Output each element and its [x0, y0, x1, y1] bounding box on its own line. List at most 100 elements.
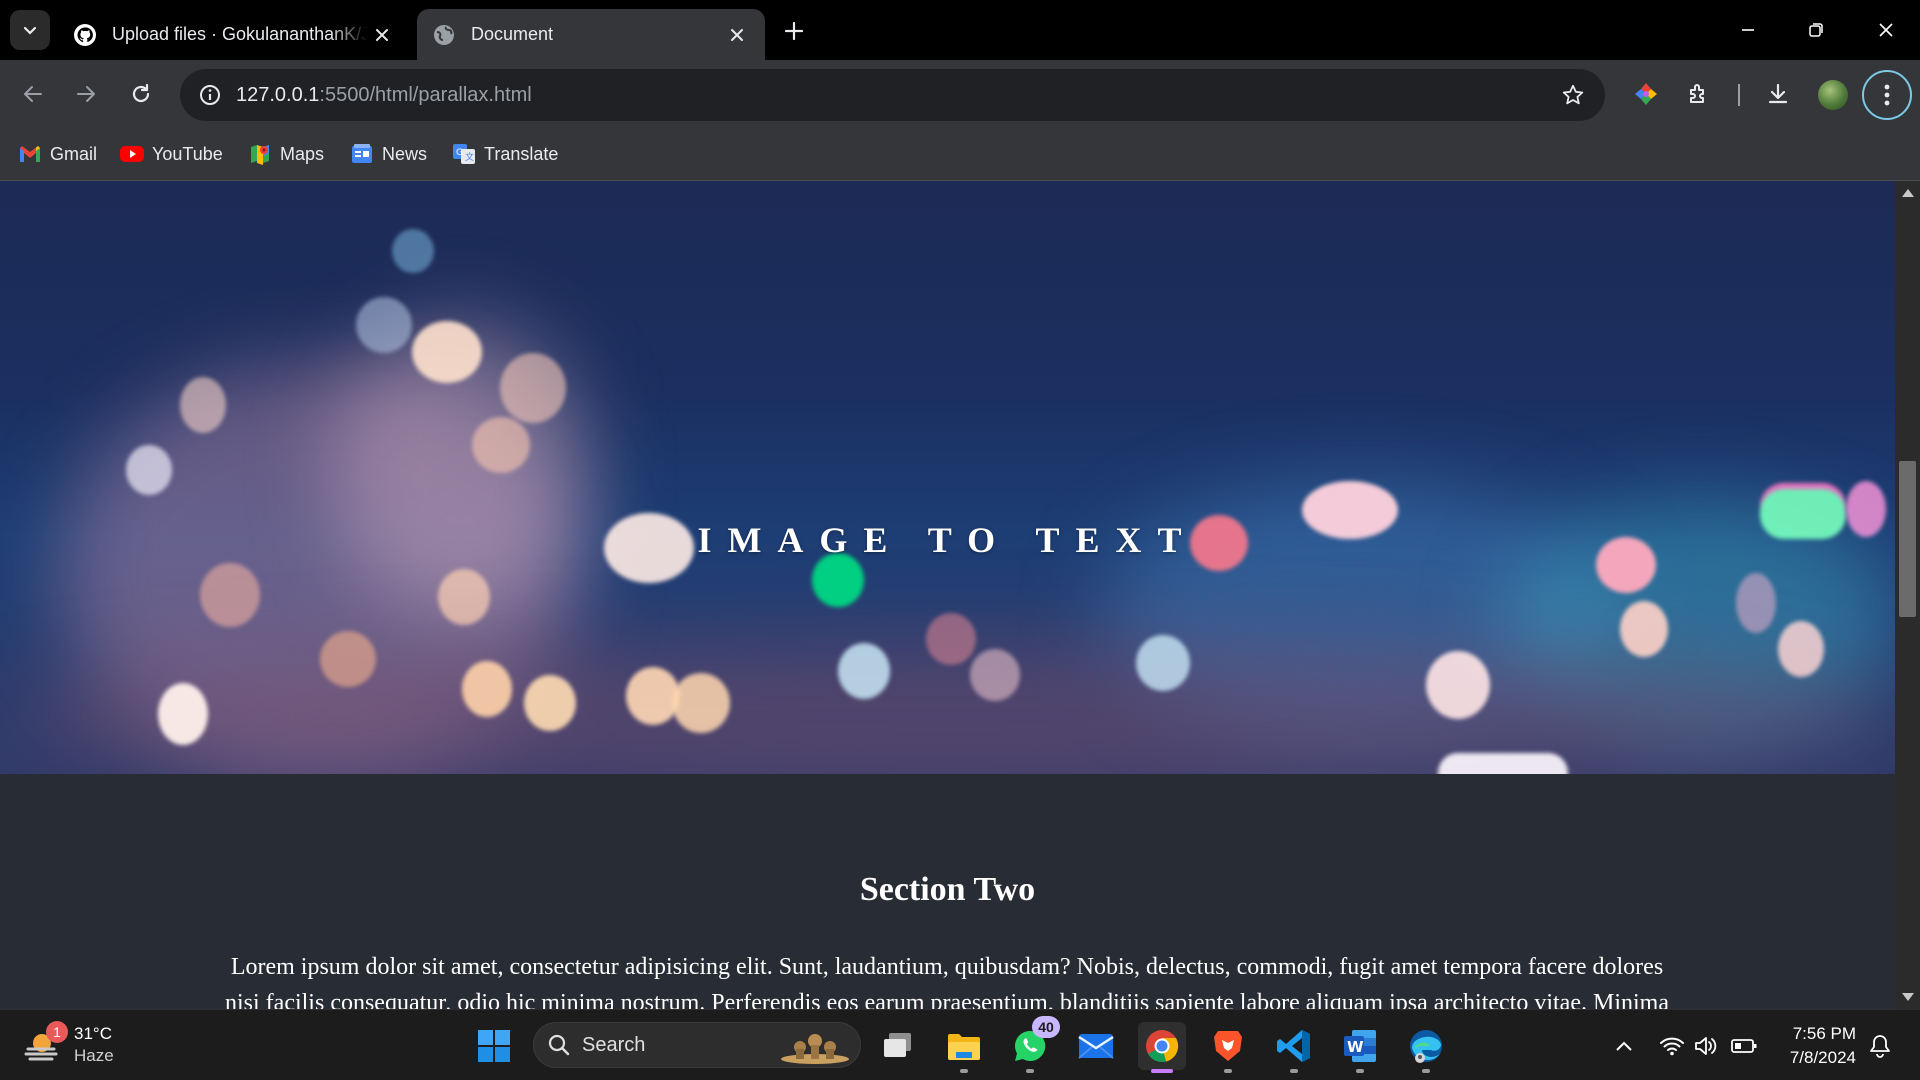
restore-button[interactable]: [1786, 8, 1846, 52]
new-tab-button[interactable]: [777, 14, 811, 48]
whatsapp-button[interactable]: 40: [1006, 1016, 1060, 1073]
search-label: Search: [582, 1033, 646, 1056]
task-view-icon: [884, 1033, 911, 1057]
bookmark-label: YouTube: [152, 143, 223, 164]
folder-icon: [948, 1034, 980, 1060]
file-explorer-button[interactable]: [940, 1022, 988, 1073]
chrome-button[interactable]: [1138, 1022, 1186, 1073]
tab-title: Document: [471, 24, 554, 44]
section-paragraph: Lorem ipsum dolor sit amet, consectetur …: [225, 954, 1669, 1009]
start-button[interactable]: [470, 1022, 518, 1070]
maps-icon: [248, 142, 272, 166]
tab-search-button[interactable]: [10, 10, 50, 50]
gmail-icon: [18, 142, 42, 166]
page-scrollbar[interactable]: [1895, 181, 1920, 1009]
chevron-up-icon[interactable]: [1610, 1032, 1638, 1060]
forward-button[interactable]: [66, 74, 106, 114]
svg-text:W: W: [1347, 1038, 1364, 1056]
more-vert-icon: [1884, 84, 1890, 106]
mail-button[interactable]: [1072, 1022, 1120, 1070]
downloads-icon[interactable]: [1758, 74, 1798, 114]
scroll-thumb[interactable]: [1899, 461, 1916, 617]
windows-taskbar: 1 31°C Haze Search 40 W 7:56 PM 7/8/2024: [0, 1009, 1920, 1080]
brave-button[interactable]: [1204, 1022, 1252, 1073]
wifi-icon[interactable]: [1658, 1032, 1686, 1060]
active-indicator: [1151, 1069, 1173, 1073]
weather-badge: 1: [46, 1021, 68, 1043]
bookmark-news[interactable]: News: [350, 138, 427, 170]
plus-icon: [784, 21, 804, 41]
page-viewport: IMAGE TO TEXT Section Two Lorem ipsum do…: [0, 181, 1895, 1009]
parallax-hero-image: IMAGE TO TEXT: [0, 181, 1895, 774]
bookmark-gmail[interactable]: Gmail: [18, 138, 97, 170]
search-highlight-illustration: [781, 1034, 849, 1064]
section-title: Section Two: [859, 871, 1036, 908]
windows-logo-icon: [478, 1030, 510, 1062]
weather-haze-icon: 1: [24, 1021, 68, 1065]
arrow-left-icon: [24, 86, 42, 102]
tab-document[interactable]: Document: [417, 9, 765, 60]
back-button[interactable]: [13, 74, 53, 114]
running-indicator: [1290, 1069, 1298, 1073]
battery-icon[interactable]: [1730, 1032, 1758, 1060]
chrome-icon: [1146, 1030, 1179, 1063]
minimize-icon: [1742, 29, 1754, 31]
hero-title: IMAGE TO TEXT: [697, 520, 1198, 560]
site-info-icon[interactable]: [184, 69, 236, 121]
close-window-button[interactable]: [1856, 8, 1916, 52]
bookmark-translate[interactable]: G文 Translate: [452, 138, 558, 170]
bookmark-maps[interactable]: Maps: [248, 138, 324, 170]
reload-button[interactable]: [121, 74, 161, 114]
profile-avatar[interactable]: [1818, 80, 1848, 110]
github-icon: [72, 22, 98, 48]
svg-text:G: G: [456, 148, 463, 158]
notification-bell-icon[interactable]: [1866, 1032, 1894, 1060]
weather-temperature: 31°C: [74, 1024, 112, 1043]
reload-icon: [132, 83, 150, 103]
notification-badge: 40: [1032, 1016, 1060, 1038]
close-icon[interactable]: [723, 21, 751, 49]
restore-icon: [1809, 23, 1823, 37]
taskbar-clock[interactable]: 7:56 PM 7/8/2024: [1776, 1022, 1856, 1070]
news-icon: [350, 142, 374, 166]
chrome-menu-button[interactable]: [1862, 70, 1912, 120]
task-view-button[interactable]: [874, 1022, 922, 1070]
bookmarks-bar: Gmail YouTube Maps News G文 Translate: [0, 128, 1920, 181]
brave-icon: [1214, 1031, 1242, 1061]
word-icon: W: [1344, 1030, 1376, 1062]
triangle-down-icon: [1901, 993, 1914, 1001]
clock-date: 7/8/2024: [1789, 1048, 1856, 1067]
running-indicator: [1026, 1069, 1034, 1073]
globe-icon: [431, 22, 457, 48]
weather-widget[interactable]: 1 31°C Haze: [24, 1020, 114, 1070]
edge-icon: [1410, 1030, 1442, 1063]
vscode-button[interactable]: [1270, 1022, 1318, 1073]
url-text: 127.0.0.1:5500/html/parallax.html: [236, 83, 532, 106]
running-indicator: [1422, 1069, 1430, 1073]
close-icon[interactable]: [368, 21, 396, 49]
browser-toolbar: 127.0.0.1:5500/html/parallax.html: [0, 60, 1920, 128]
scroll-down-arrow[interactable]: [1895, 985, 1920, 1009]
edge-button[interactable]: [1402, 1022, 1450, 1073]
bookmark-youtube[interactable]: YouTube: [120, 138, 223, 170]
bookmark-star-icon[interactable]: [1559, 81, 1587, 109]
address-bar[interactable]: 127.0.0.1:5500/html/parallax.html: [180, 69, 1605, 121]
taskbar-search[interactable]: Search: [533, 1022, 861, 1068]
triangle-up-icon: [1901, 189, 1914, 197]
word-button[interactable]: W: [1336, 1022, 1384, 1073]
vscode-icon: [1277, 1030, 1310, 1062]
search-icon: [548, 1034, 570, 1056]
extensions-icon[interactable]: [1679, 74, 1719, 114]
tab-upload-files[interactable]: Upload files · GokulananthanK/Java-Scrip…: [58, 9, 410, 60]
youtube-icon: [120, 142, 144, 166]
chevron-down-icon: [23, 26, 37, 35]
bookmark-label: Translate: [484, 143, 559, 164]
toolbar-divider: [1738, 84, 1740, 106]
color-extension-icon[interactable]: [1626, 74, 1666, 114]
minimize-button[interactable]: [1718, 8, 1778, 52]
scroll-up-arrow[interactable]: [1895, 181, 1920, 205]
volume-icon[interactable]: [1692, 1032, 1720, 1060]
running-indicator: [1224, 1069, 1232, 1073]
bookmark-label: Maps: [280, 143, 325, 164]
bookmark-label: News: [382, 143, 428, 164]
